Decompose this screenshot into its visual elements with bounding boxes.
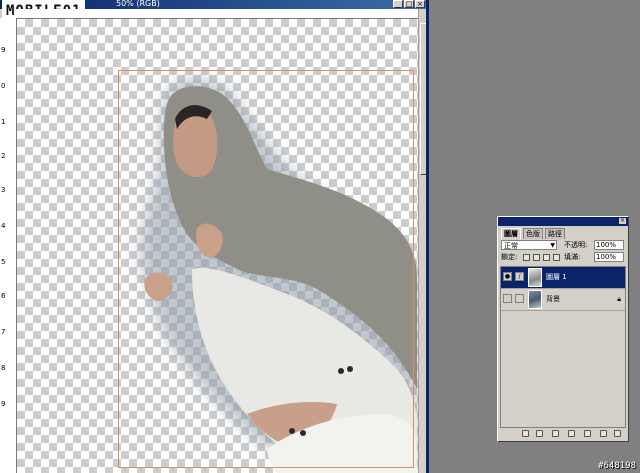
vruler-tick: 9: [1, 400, 6, 408]
lock-icon: 🔒︎: [617, 295, 621, 303]
vruler-tick: 5: [1, 258, 6, 266]
vertical-ruler: 9 0 1 2 3 4 5 6 7 8 9: [0, 18, 17, 473]
close-button[interactable]: ×: [415, 0, 425, 8]
window-border: [426, 0, 429, 473]
layer-row-background[interactable]: 背景 🔒︎: [501, 289, 625, 311]
vruler-tick: 0: [1, 82, 6, 90]
opacity-field[interactable]: 100%: [594, 240, 624, 250]
layer-style-icon[interactable]: [536, 430, 543, 437]
vruler-tick: 7: [1, 328, 6, 336]
trash-icon[interactable]: [614, 430, 621, 437]
lock-transparency-icon[interactable]: [523, 254, 530, 261]
vruler-tick: 8: [1, 364, 6, 372]
palette-title-bar[interactable]: ×: [498, 217, 628, 226]
image-canvas[interactable]: [17, 19, 418, 473]
layers-list: ● / 圖層 1 背景 🔒︎: [500, 266, 626, 428]
layer-name: 圖層 1: [546, 273, 567, 281]
maximize-button[interactable]: □: [404, 0, 414, 8]
adjustment-layer-icon[interactable]: [584, 430, 591, 437]
document-window: 50% (RGB) _ □ × MOBILE01 9 0 1 2 3 4 5 6…: [0, 0, 429, 473]
layer-thumbnail: [528, 290, 542, 309]
eye-icon[interactable]: [503, 294, 512, 303]
layer-thumbnail: [528, 268, 542, 287]
tab-layers[interactable]: 圖層: [501, 228, 521, 239]
vruler-tick: 2: [1, 152, 6, 160]
layer-mask-icon[interactable]: [552, 430, 559, 437]
vruler-tick: 3: [1, 186, 6, 194]
chevron-down-icon: ▼: [550, 242, 555, 249]
vruler-tick: 9: [1, 46, 6, 54]
layer-row-1[interactable]: ● / 圖層 1: [501, 267, 625, 289]
new-layer-icon[interactable]: [600, 430, 607, 437]
link-icon[interactable]: [515, 294, 524, 303]
vruler-tick: 6: [1, 292, 6, 300]
layer-name: 背景: [546, 295, 560, 303]
eye-icon[interactable]: ●: [503, 272, 512, 281]
horizontal-ruler: [16, 9, 418, 19]
lock-brush-icon[interactable]: [533, 254, 540, 261]
vruler-tick: 1: [1, 118, 6, 126]
opacity-label: 不透明:: [564, 241, 588, 249]
brush-icon[interactable]: /: [515, 272, 524, 281]
link-layers-icon[interactable]: [522, 430, 529, 437]
layers-palette: × 圖層 色版 路徑 正常 ▼ 不透明: 100% 鎖定: 填滿: 100% ●…: [497, 216, 629, 442]
fill-field[interactable]: 100%: [594, 252, 624, 262]
blend-mode-value: 正常: [504, 242, 518, 250]
selection-marquee[interactable]: [118, 70, 414, 468]
picture-id: #648198: [598, 461, 636, 471]
tab-paths[interactable]: 路徑: [545, 228, 565, 239]
minimize-button[interactable]: _: [393, 0, 403, 8]
palette-toolbar: [500, 429, 626, 439]
fill-label: 填滿:: [564, 253, 581, 261]
tab-channels[interactable]: 色版: [523, 228, 543, 239]
blend-mode-select[interactable]: 正常 ▼: [501, 240, 557, 250]
vruler-tick: 4: [1, 222, 6, 230]
window-title: 50% (RGB): [116, 0, 160, 8]
close-icon[interactable]: ×: [619, 218, 626, 224]
lock-label: 鎖定:: [501, 253, 518, 261]
new-group-icon[interactable]: [568, 430, 575, 437]
lock-all-icon[interactable]: [553, 254, 560, 261]
lock-move-icon[interactable]: [543, 254, 550, 261]
